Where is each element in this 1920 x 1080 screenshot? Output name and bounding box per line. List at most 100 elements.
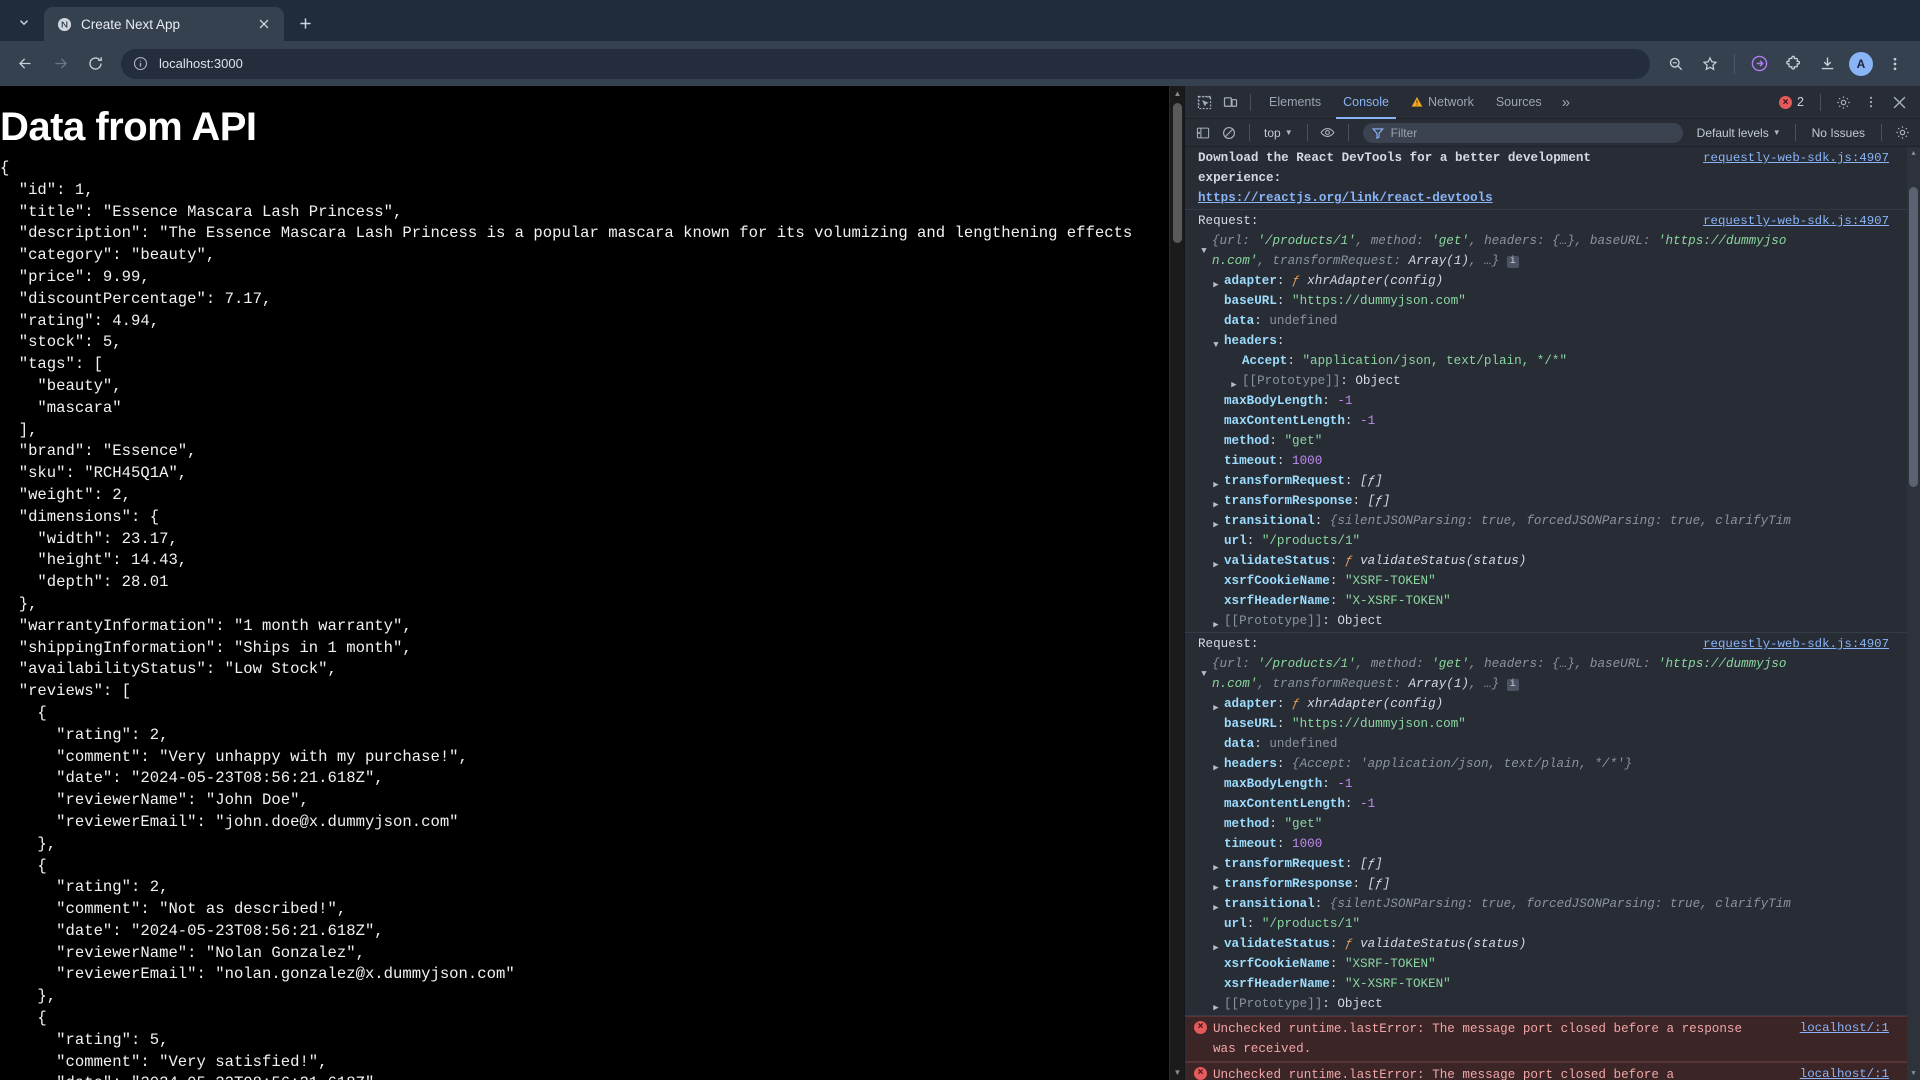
object-property[interactable]: xsrfCookieName: "XSRF-TOKEN" [1198,571,1907,591]
console-error-message[interactable]: ×localhost/:1Unchecked runtime.lastError… [1185,1016,1907,1062]
scroll-up-arrow-icon[interactable]: ▲ [1170,86,1184,101]
chevron-double-right-icon[interactable]: » [1553,94,1579,111]
source-link[interactable]: localhost/:1 [1800,1018,1889,1038]
source-link[interactable]: requestly-web-sdk.js:4907 [1703,148,1889,168]
expand-triangle-icon[interactable]: ▼ [1198,241,1210,261]
source-link[interactable]: requestly-web-sdk.js:4907 [1703,634,1889,654]
request-object-preview[interactable]: ▼{url: '/products/1', method: 'get', hea… [1198,231,1907,271]
console-scrollbar[interactable]: ▲ ▼ [1907,147,1920,1080]
object-property[interactable]: data: undefined [1198,311,1907,331]
console-scroll-up-arrow-icon[interactable]: ▲ [1907,147,1920,160]
object-property[interactable]: maxContentLength: -1 [1198,411,1907,431]
device-toolbar-icon[interactable] [1217,89,1243,115]
object-property[interactable]: ▶[[Prototype]]: Object [1198,994,1907,1014]
console-settings-gear-icon[interactable] [1889,120,1915,146]
search-input[interactable] [1391,126,1674,140]
object-property[interactable]: method: "get" [1198,431,1907,451]
console-filter-field[interactable] [1363,123,1683,143]
requestly-extension-icon[interactable] [1743,48,1775,80]
bookmark-star-icon[interactable] [1694,48,1726,80]
back-arrow-left-icon[interactable] [9,48,41,80]
object-property[interactable]: data: undefined [1198,734,1907,754]
tab-elements[interactable]: Elements [1258,86,1332,119]
inspect-element-icon[interactable] [1191,89,1217,115]
object-property[interactable]: ▶transformRequest: [ƒ] [1198,854,1907,874]
object-property[interactable]: ▶validateStatus: ƒ validateStatus(status… [1198,934,1907,954]
browser-tab[interactable]: Create Next App [44,7,284,41]
source-link[interactable]: localhost/:1 [1800,1064,1889,1080]
object-property[interactable]: ▶adapter: ƒ xhrAdapter(config) [1198,694,1907,714]
object-property[interactable]: maxBodyLength: -1 [1198,391,1907,411]
error-count-badge[interactable]: × 2 [1772,95,1811,109]
site-info-icon[interactable] [133,56,149,71]
download-icon[interactable] [1811,48,1843,80]
info-badge-icon[interactable]: i [1507,679,1519,691]
tab-sources[interactable]: Sources [1485,86,1553,119]
object-property[interactable]: ▶headers: {Accept: 'application/json, te… [1198,754,1907,774]
object-property[interactable]: ▶[[Prototype]]: Object [1198,371,1907,391]
request-object-preview[interactable]: ▼{url: '/products/1', method: 'get', hea… [1198,654,1907,694]
scroll-down-arrow-icon[interactable]: ▼ [1170,1065,1184,1080]
object-property[interactable]: ▶transitional: {silentJSONParsing: true,… [1198,511,1907,531]
close-icon[interactable] [254,14,274,34]
property-value: [ƒ] [1368,494,1391,508]
object-property[interactable]: xsrfHeaderName: "X-XSRF-TOKEN" [1198,974,1907,994]
console-scrollbar-thumb[interactable] [1909,187,1918,487]
new-tab-plus-icon[interactable] [290,8,320,38]
object-property[interactable]: url: "/products/1" [1198,531,1907,551]
expand-triangle-icon[interactable]: ▶ [1210,998,1222,1018]
property-key: maxContentLength [1224,414,1345,428]
avatar[interactable]: A [1845,48,1877,80]
object-property[interactable]: xsrfHeaderName: "X-XSRF-TOKEN" [1198,591,1907,611]
object-property[interactable]: ▶transformRequest: [ƒ] [1198,471,1907,491]
zoom-magnifier-icon[interactable] [1660,48,1692,80]
expand-triangle-icon[interactable]: ▶ [1210,615,1222,635]
forward-arrow-right-icon[interactable] [44,48,76,80]
object-property[interactable]: maxContentLength: -1 [1198,794,1907,814]
devtools-close-icon[interactable] [1886,89,1912,115]
object-property[interactable]: ▼headers: [1198,331,1907,351]
object-property[interactable]: timeout: 1000 [1198,834,1907,854]
object-property[interactable]: ▶validateStatus: ƒ validateStatus(status… [1198,551,1907,571]
browser-kebab-menu-icon[interactable] [1879,48,1911,80]
react-devtools-link[interactable]: https://reactjs.org/link/react-devtools [1198,191,1493,205]
devtools-kebab-menu-icon[interactable] [1858,89,1884,115]
tab-console[interactable]: Console [1332,86,1400,119]
console-message-request[interactable]: requestly-web-sdk.js:4907Request:▼{url: … [1185,210,1907,633]
expand-triangle-icon[interactable]: ▼ [1198,664,1210,684]
object-property[interactable]: Accept: "application/json, text/plain, *… [1198,351,1907,371]
address-bar[interactable]: localhost:3000 [121,49,1650,79]
devtools-gear-icon[interactable] [1830,89,1856,115]
console-sidebar-icon[interactable] [1190,120,1216,146]
clear-console-icon[interactable] [1216,120,1242,146]
execution-context-select[interactable]: top ▼ [1257,123,1300,143]
object-property[interactable]: ▶transformResponse: [ƒ] [1198,491,1907,511]
object-property[interactable]: method: "get" [1198,814,1907,834]
info-badge-icon[interactable]: i [1507,256,1519,268]
object-property[interactable]: ▶transformResponse: [ƒ] [1198,874,1907,894]
object-property[interactable]: xsrfCookieName: "XSRF-TOKEN" [1198,954,1907,974]
reload-icon[interactable] [79,48,111,80]
tab-search-chevron-down-icon[interactable] [6,6,42,38]
issues-status[interactable]: No Issues [1803,126,1874,140]
object-property[interactable]: ▶adapter: ƒ xhrAdapter(config) [1198,271,1907,291]
object-property[interactable]: timeout: 1000 [1198,451,1907,471]
tab-network[interactable]: Network [1400,86,1485,119]
object-property[interactable]: ▶[[Prototype]]: Object [1198,611,1907,631]
live-expression-eye-icon[interactable] [1315,120,1341,146]
page-scrollbar[interactable]: ▲ ▼ [1169,86,1184,1080]
page-scrollbar-thumb[interactable] [1173,103,1182,243]
console-error-message[interactable]: ×localhost/:1Unchecked runtime.lastError… [1185,1062,1907,1080]
object-property[interactable]: maxBodyLength: -1 [1198,774,1907,794]
console-scroll-down-arrow-icon[interactable]: ▼ [1907,1067,1920,1080]
console-log-area[interactable]: requestly-web-sdk.js:4907Download the Re… [1185,147,1920,1080]
extensions-puzzle-icon[interactable] [1777,48,1809,80]
object-property[interactable]: url: "/products/1" [1198,914,1907,934]
object-property[interactable]: baseURL: "https://dummyjson.com" [1198,714,1907,734]
log-levels-dropdown[interactable]: Default levels ▼ [1690,123,1788,143]
object-property[interactable]: baseURL: "https://dummyjson.com" [1198,291,1907,311]
console-message-request[interactable]: requestly-web-sdk.js:4907Request:▼{url: … [1185,633,1907,1016]
object-property[interactable]: ▶transitional: {silentJSONParsing: true,… [1198,894,1907,914]
console-message-devtools-notice[interactable]: requestly-web-sdk.js:4907Download the Re… [1185,147,1907,210]
source-link[interactable]: requestly-web-sdk.js:4907 [1703,211,1889,231]
